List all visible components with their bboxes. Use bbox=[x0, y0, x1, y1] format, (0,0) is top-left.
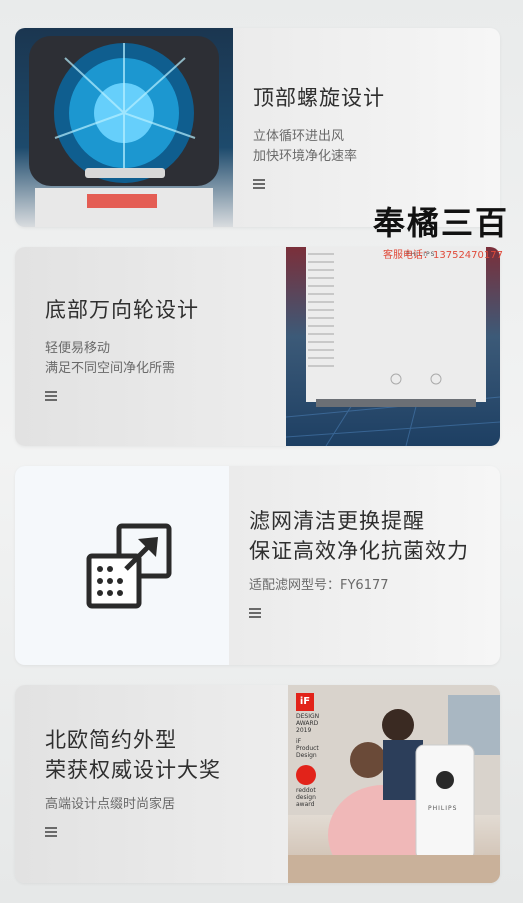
shop-watermark: 奉橘三百 客服电话：13752470177 bbox=[373, 198, 523, 261]
feature-text: 顶部螺旋设计 立体循环进出风 加快环境净化速率 bbox=[253, 83, 385, 189]
wheels-image: PHILIPS bbox=[286, 247, 500, 446]
menu-icon[interactable] bbox=[45, 827, 57, 837]
family-product-image: iF DESIGN AWARD 2019 iF Product Design r… bbox=[288, 685, 500, 883]
if-design-award-logo: iF bbox=[296, 693, 314, 711]
feature-card-nordic-design: 北欧简约外型 荣获权威设计大奖 高端设计点缀时尚家居 iF DESIGN AWA… bbox=[15, 685, 500, 883]
if-product-design-text: iF Product Design bbox=[296, 738, 319, 759]
award-badges: iF DESIGN AWARD 2019 iF Product Design r… bbox=[296, 693, 336, 808]
brand-label: PHILIPS bbox=[428, 805, 458, 812]
feature-desc: 轻便易移动 bbox=[45, 341, 111, 356]
feature-text: 北欧简约外型 荣获权威设计大奖 高端设计点缀时尚家居 bbox=[45, 725, 221, 837]
feature-title: 顶部螺旋设计 bbox=[253, 86, 385, 110]
filter-model-text: 适配滤网型号：FY6177 bbox=[249, 578, 389, 593]
filter-icon-panel bbox=[15, 466, 229, 665]
feature-text: 滤网清洁更换提醒 保证高效净化抗菌效力 适配滤网型号：FY6177 bbox=[249, 506, 469, 618]
feature-desc: 加快环境净化速率 bbox=[253, 149, 358, 164]
menu-icon[interactable] bbox=[45, 391, 57, 401]
feature-title: 底部万向轮设计 bbox=[45, 298, 199, 322]
top-fan-image bbox=[15, 28, 233, 227]
reddot-award-text: reddot design award bbox=[296, 787, 316, 808]
if-award-text: DESIGN AWARD 2019 bbox=[296, 713, 320, 734]
feature-title: 荣获权威设计大奖 bbox=[45, 758, 221, 782]
feature-card-bottom-wheels: 底部万向轮设计 轻便易移动 满足不同空间净化所需 PHILIPS bbox=[15, 247, 500, 446]
feature-title: 保证高效净化抗菌效力 bbox=[249, 539, 469, 563]
feature-title: 北欧简约外型 bbox=[45, 728, 177, 752]
filter-replace-icon bbox=[86, 523, 172, 609]
feature-title: 滤网清洁更换提醒 bbox=[249, 509, 425, 533]
shop-logo: 奉橘三百 bbox=[373, 204, 510, 242]
shop-contact: 客服电话：13752470177 bbox=[383, 250, 503, 261]
feature-desc: 立体循环进出风 bbox=[253, 129, 345, 144]
feature-text: 底部万向轮设计 轻便易移动 满足不同空间净化所需 bbox=[45, 295, 199, 401]
feature-card-filter-reminder: 滤网清洁更换提醒 保证高效净化抗菌效力 适配滤网型号：FY6177 bbox=[15, 466, 500, 665]
reddot-award-logo bbox=[296, 765, 316, 785]
feature-desc: 高端设计点缀时尚家居 bbox=[45, 797, 176, 812]
menu-icon[interactable] bbox=[249, 608, 261, 618]
feature-desc: 满足不同空间净化所需 bbox=[45, 361, 176, 376]
menu-icon[interactable] bbox=[253, 179, 265, 189]
